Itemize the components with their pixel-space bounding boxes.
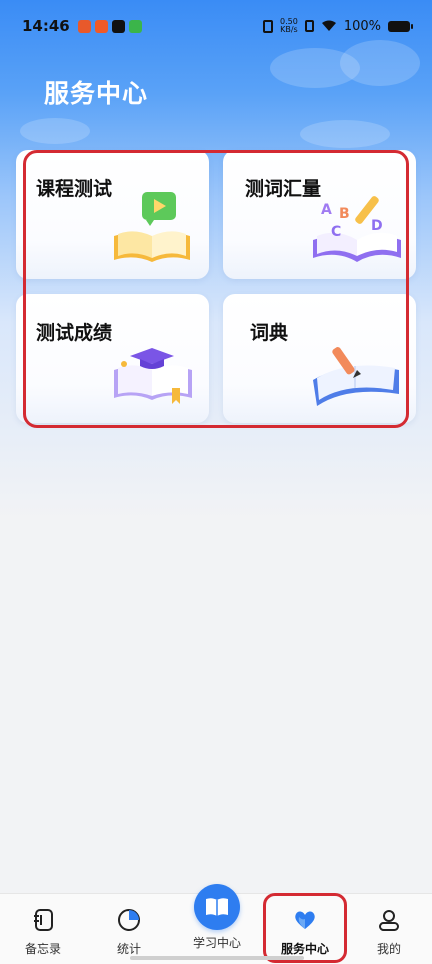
status-bar: 14:46 0.50 KB/s 100% — [0, 0, 432, 52]
user-icon — [379, 910, 399, 931]
card-label: 测试成绩 — [36, 322, 113, 344]
weibo-notification-icon — [77, 19, 91, 33]
home-indicator — [130, 956, 304, 960]
battery-percent: 100% — [343, 18, 381, 34]
learning-center-button[interactable] — [194, 884, 240, 930]
bottom-nav: 备忘录 统计 学习中心 服务中心 我的 — [0, 884, 432, 964]
nav-label: 服务中心 — [280, 942, 329, 956]
nav-label: 备忘录 — [24, 942, 61, 956]
open-book-icon — [206, 898, 228, 916]
vibrate-icon — [263, 19, 274, 33]
tiktok-notification-icon — [111, 19, 125, 33]
message-notification-icon — [128, 19, 142, 33]
card-label: 词典 — [250, 322, 289, 344]
service-grid: 课程测试 测词汇量 A B C D 测试成绩 词典 — [14, 148, 416, 428]
svg-text:D: D — [371, 218, 383, 234]
pencil-book-icon — [313, 347, 399, 406]
abcd-letters-book-icon: A B C D — [313, 196, 401, 262]
nav-label: 我的 — [376, 942, 401, 956]
heart-icon — [295, 911, 315, 929]
nav-item-profile[interactable]: 我的 — [346, 894, 432, 964]
nav-item-stats[interactable]: 统计 — [86, 894, 172, 964]
card-label: 课程测试 — [36, 178, 113, 200]
nav-item-learning-center[interactable]: 学习中心 — [174, 884, 260, 964]
memo-icon — [34, 909, 53, 931]
video-book-icon — [114, 192, 190, 262]
status-indicators: 0.50 KB/s 100% — [263, 18, 413, 34]
nav-label: 统计 — [116, 942, 141, 956]
net-speed-unit: KB/s — [280, 25, 298, 34]
app-notification-icon — [94, 19, 108, 33]
battery-icon — [388, 20, 413, 32]
status-time: 14:46 — [22, 17, 70, 35]
svg-text:B: B — [339, 206, 350, 222]
net-speed: 0.50 KB/s — [280, 18, 298, 34]
nav-item-memo[interactable]: 备忘录 — [0, 894, 86, 964]
card-dictionary[interactable]: 词典 — [223, 294, 416, 423]
svg-text:A: A — [321, 202, 332, 218]
card-course-test[interactable]: 课程测试 — [16, 150, 209, 279]
card-test-scores[interactable]: 测试成绩 — [16, 294, 209, 423]
card-vocabulary-test[interactable]: 测词汇量 A B C D — [223, 150, 416, 279]
page-title: 服务中心 — [44, 79, 149, 108]
nav-label: 学习中心 — [192, 936, 241, 950]
wifi-icon — [321, 20, 336, 31]
graduation-cap-book-icon — [114, 348, 192, 404]
nav-item-service-center[interactable]: 服务中心 — [262, 894, 348, 964]
sim-icon — [304, 20, 314, 32]
svg-text:C: C — [331, 224, 341, 240]
pie-chart-icon — [118, 909, 140, 931]
